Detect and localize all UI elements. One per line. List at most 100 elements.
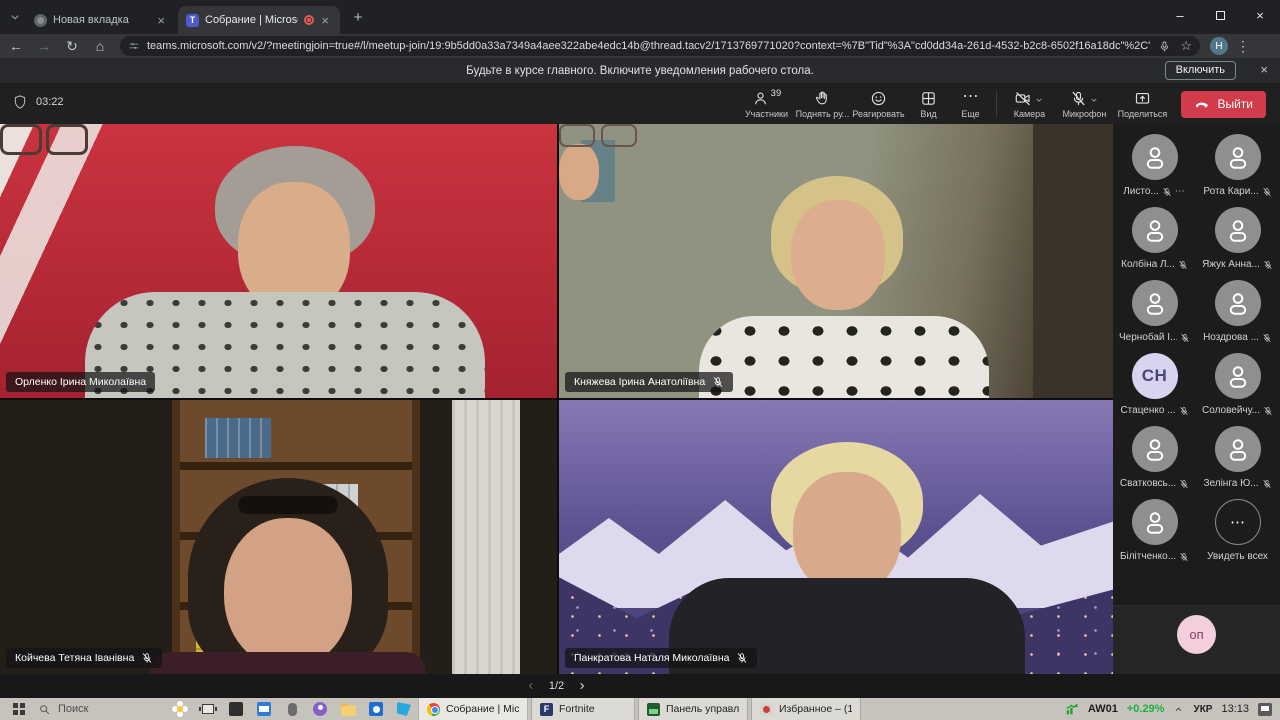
- teams-favicon-icon: T: [186, 13, 199, 27]
- browser-profile-avatar[interactable]: H: [1210, 37, 1228, 55]
- file-explorer-icon[interactable]: [334, 698, 362, 720]
- next-page-icon[interactable]: [576, 680, 588, 692]
- roster-participant[interactable]: Ноздрова ...: [1196, 280, 1279, 353]
- chrome-favicon-icon: [34, 13, 47, 27]
- action-center-icon[interactable]: [1258, 702, 1272, 716]
- meeting-toolbar: 03:22 39 Участники Поднять ру... Реагиро…: [0, 84, 1280, 124]
- fortnite-icon: F: [540, 702, 553, 716]
- tab-new-tab[interactable]: Новая вкладка ×: [26, 6, 176, 34]
- participants-sidebar: Листо... ⋯ Рота Кари... Колбіна Л... Яжу…: [1113, 124, 1280, 674]
- share-button[interactable]: Поделиться: [1113, 90, 1171, 119]
- minimize-button[interactable]: –: [1160, 0, 1200, 30]
- mic-off-icon: [1262, 333, 1272, 343]
- roster-participant[interactable]: Яжук Анна...: [1196, 207, 1279, 280]
- roster-participant[interactable]: Листо... ⋯: [1113, 134, 1196, 207]
- person-icon: [1141, 143, 1169, 171]
- camera-button[interactable]: Камера: [1003, 90, 1055, 119]
- start-button[interactable]: [0, 698, 38, 720]
- avatar: [1131, 426, 1178, 472]
- roster-participant[interactable]: Колбіна Л...: [1113, 207, 1196, 280]
- share-screen-icon: [1134, 90, 1151, 107]
- roster-participant[interactable]: Зелінга Ю...: [1196, 426, 1279, 499]
- mic-off-icon: [1179, 552, 1189, 562]
- new-tab-button[interactable]: +: [348, 8, 368, 28]
- weather-widget-icon[interactable]: [166, 698, 194, 720]
- banner-close-icon[interactable]: ×: [1260, 62, 1268, 77]
- tab-teams-meeting[interactable]: T Собрание | Microsoft Team ×: [178, 6, 340, 34]
- restore-button[interactable]: [1200, 0, 1240, 30]
- taskbar-app-control-panel[interactable]: Панель управления...: [638, 698, 748, 720]
- roster-participant[interactable]: Рота Кари...: [1196, 134, 1279, 207]
- mic-off-icon: [1162, 187, 1172, 197]
- more-button[interactable]: ⋯ Еще: [950, 88, 990, 119]
- leave-button[interactable]: Выйти: [1181, 90, 1266, 118]
- pinned-app-icon[interactable]: [390, 698, 418, 720]
- avatar-initials: CH: [1131, 353, 1178, 399]
- participants-button[interactable]: 39 Участники: [738, 88, 794, 119]
- address-bar[interactable]: teams.microsoft.com/v2/?meetingjoin=true…: [120, 36, 1200, 56]
- mic-off-icon: [1180, 333, 1190, 343]
- tray-expand-chevron-icon[interactable]: [1173, 704, 1184, 715]
- mail-app-icon[interactable]: [250, 698, 278, 720]
- tab-close-icon[interactable]: ×: [154, 13, 168, 28]
- task-view-icon[interactable]: [194, 698, 222, 720]
- view-button[interactable]: Вид: [906, 90, 950, 119]
- reload-icon[interactable]: ↻: [60, 36, 84, 56]
- forward-icon[interactable]: →: [32, 36, 56, 56]
- person-icon: [1141, 508, 1169, 536]
- tab-search-chevron-icon[interactable]: [6, 8, 24, 26]
- ticker-symbol[interactable]: AW01: [1088, 703, 1118, 715]
- self-avatar[interactable]: оп: [1177, 615, 1216, 654]
- home-icon[interactable]: ⌂: [88, 36, 112, 56]
- taskbar-app-chrome-meeting[interactable]: Собрание | Microsof...: [418, 698, 528, 720]
- roster-participant[interactable]: Сватковсь...: [1113, 426, 1196, 499]
- pagination-filler: [1113, 674, 1280, 698]
- roster-participant[interactable]: CH Стаценко ...: [1113, 353, 1196, 426]
- tab-recording-indicator-icon: [304, 15, 315, 25]
- video-tile[interactable]: Княжева Ірина Анатоліївна: [559, 124, 1113, 398]
- participant-video: [559, 124, 989, 398]
- url-text[interactable]: teams.microsoft.com/v2/?meetingjoin=true…: [147, 40, 1150, 52]
- mic-button[interactable]: Микрофон: [1055, 90, 1113, 119]
- video-tile[interactable]: Панкратова Наталя Миколаївна: [559, 400, 1113, 674]
- enable-notifications-button[interactable]: Включить: [1164, 61, 1236, 80]
- pinned-app-icon[interactable]: [222, 698, 250, 720]
- camera-chevron-icon[interactable]: [1034, 95, 1044, 105]
- chrome-icon: [427, 702, 440, 716]
- roster-participant[interactable]: Білітченко...: [1113, 499, 1196, 572]
- bookmark-star-icon[interactable]: ☆: [1180, 38, 1192, 54]
- see-all-button[interactable]: ⋯ Увидеть всех: [1196, 499, 1279, 572]
- shield-icon: [12, 94, 28, 110]
- photos-app-icon[interactable]: [362, 698, 390, 720]
- video-tile[interactable]: Койчева Тетяна Іванівна: [0, 400, 557, 674]
- mic-off-icon: [1179, 406, 1189, 416]
- back-icon[interactable]: ←: [4, 36, 28, 56]
- mic-off-icon: [141, 652, 153, 664]
- roster-participant[interactable]: Соловейчу...: [1196, 353, 1279, 426]
- react-button[interactable]: Реагировать: [850, 90, 906, 119]
- voice-search-icon[interactable]: [1158, 40, 1171, 53]
- taskbar-app-favorites[interactable]: Избранное – (14520): [751, 698, 861, 720]
- site-settings-icon[interactable]: [128, 40, 140, 52]
- roster-participant[interactable]: Чернобай І...: [1113, 280, 1196, 353]
- mic-chevron-icon[interactable]: [1089, 95, 1099, 105]
- tab-title: Собрание | Microsoft Team: [205, 14, 298, 26]
- taskbar-search[interactable]: Поиск: [38, 703, 166, 716]
- person-icon: [1141, 435, 1169, 463]
- participant-more-icon[interactable]: ⋯: [1175, 186, 1186, 197]
- pinned-app-icon[interactable]: [278, 698, 306, 720]
- clock[interactable]: 13:13: [1221, 703, 1249, 715]
- banner-message: Будьте в курсе главного. Включите уведом…: [466, 65, 814, 77]
- restore-icon: [1215, 10, 1225, 20]
- close-window-button[interactable]: ×: [1240, 0, 1280, 30]
- previous-page-icon[interactable]: [525, 680, 537, 692]
- raise-hand-button[interactable]: Поднять ру...: [794, 90, 850, 119]
- people-app-icon[interactable]: [306, 698, 334, 720]
- avatar: [1214, 207, 1261, 253]
- language-indicator[interactable]: УКР: [1193, 704, 1212, 715]
- video-tile[interactable]: Орленко Ірина Миколаївна: [0, 124, 557, 398]
- mic-off-icon: [1179, 479, 1189, 489]
- taskbar-app-fortnite[interactable]: F Fortnite: [531, 698, 635, 720]
- tab-close-icon[interactable]: ×: [318, 13, 332, 28]
- browser-menu-icon[interactable]: ⋮: [1236, 38, 1250, 55]
